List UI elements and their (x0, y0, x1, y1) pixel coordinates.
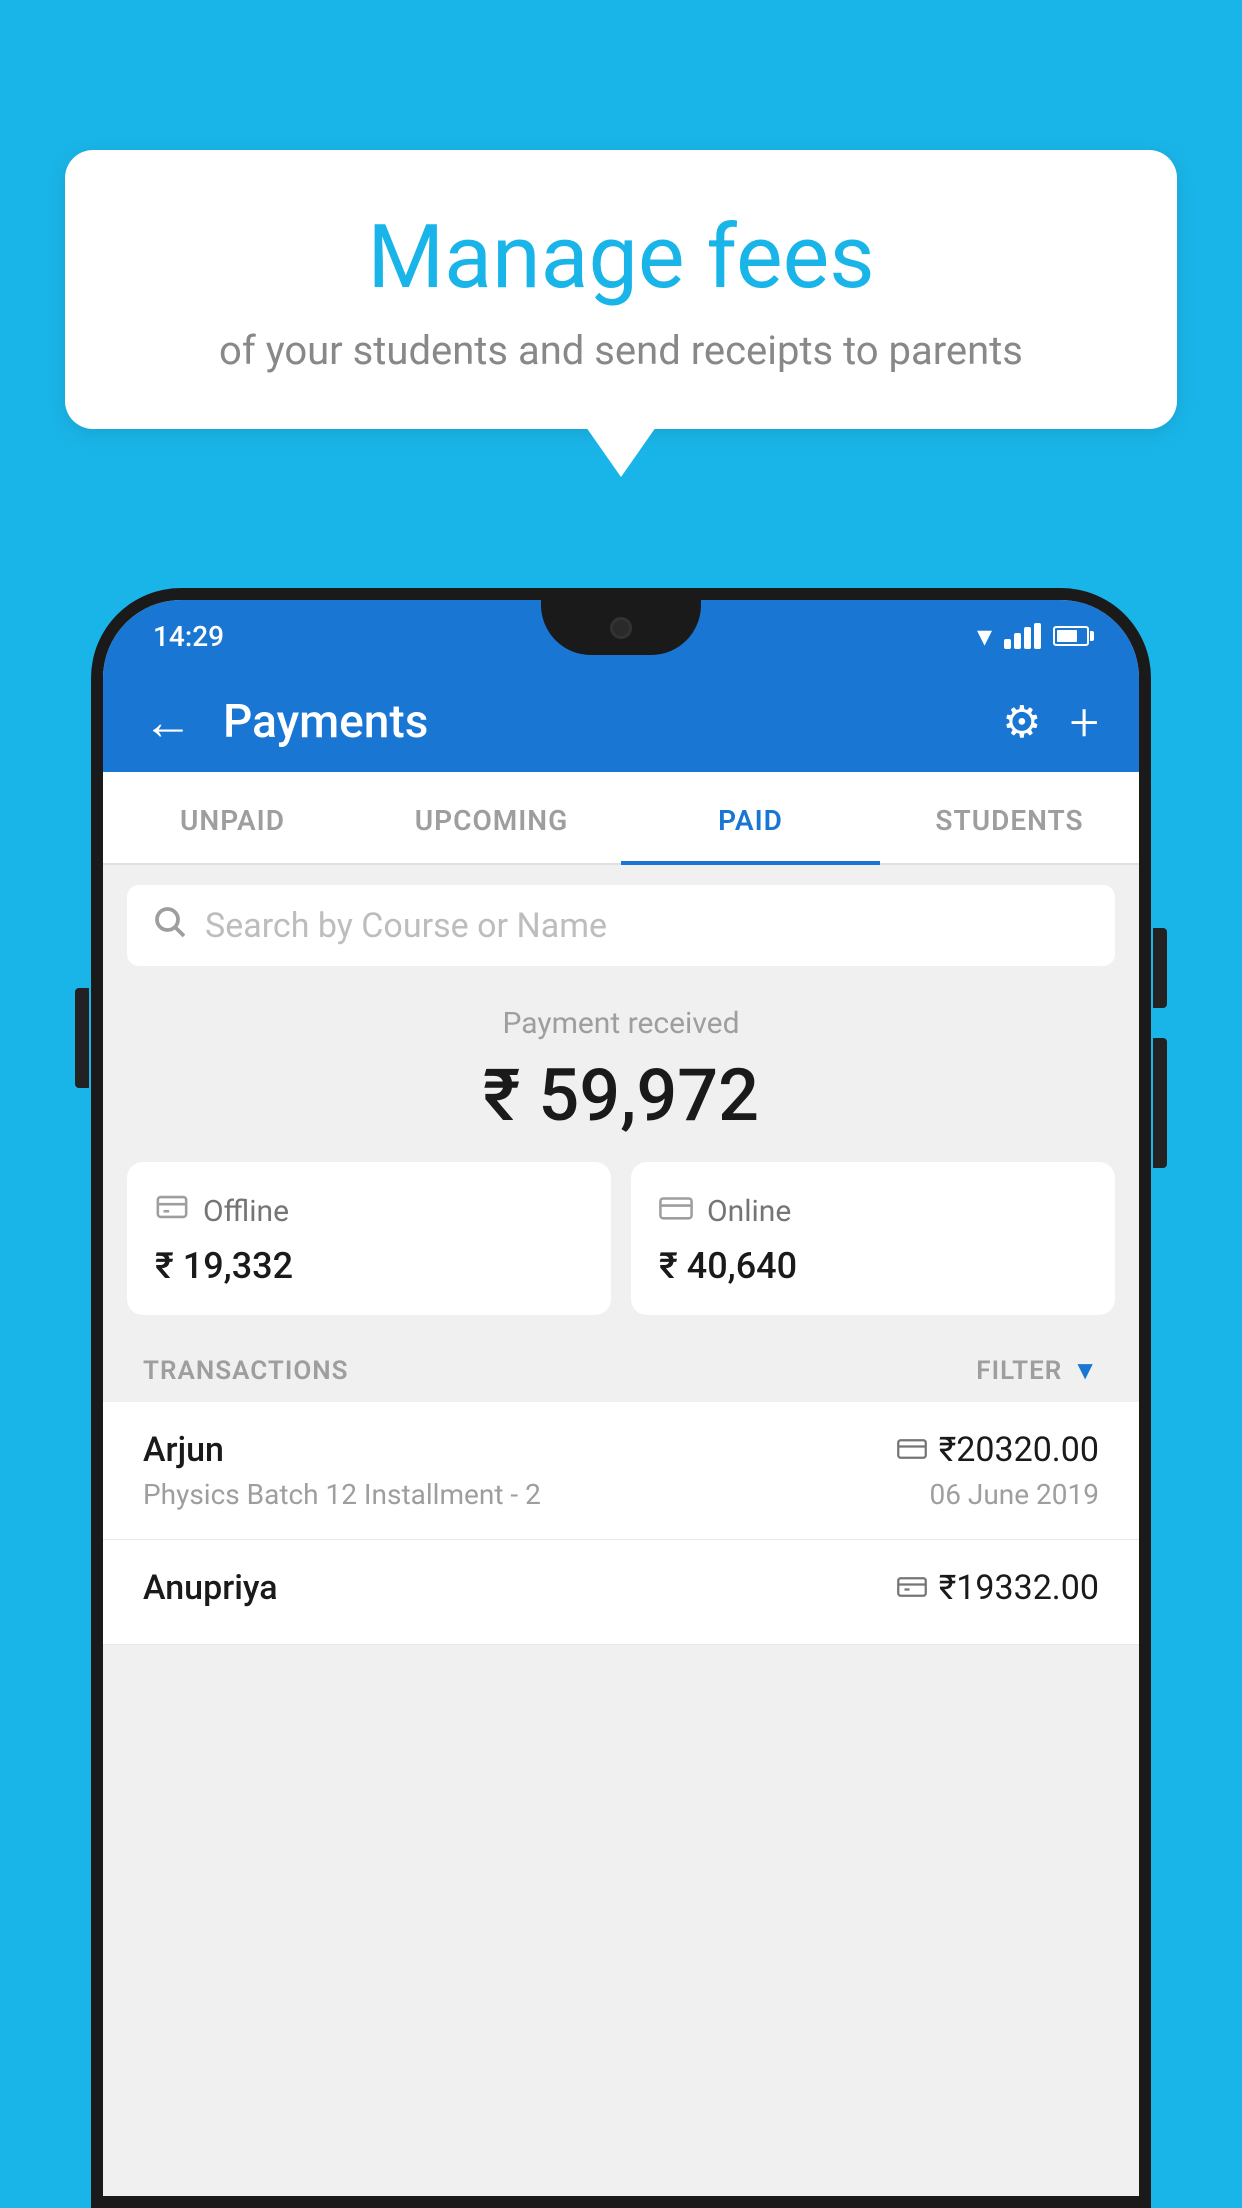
tab-students[interactable]: STUDENTS (880, 772, 1139, 863)
tab-upcoming[interactable]: UPCOMING (362, 772, 621, 863)
search-placeholder: Search by Course or Name (205, 906, 607, 946)
background: Manage fees of your students and send re… (0, 0, 1242, 2208)
transaction-date: 06 June 2019 (929, 1478, 1099, 1511)
card-payment-icon (897, 1434, 927, 1467)
table-row[interactable]: Anupriya ₹19332.00 (103, 1540, 1139, 1645)
speech-bubble-arrow (586, 427, 656, 477)
back-button[interactable]: ← (143, 693, 193, 752)
volume-button (75, 988, 89, 1088)
transaction-name: Arjun (143, 1430, 224, 1470)
status-time: 14:29 (153, 620, 224, 653)
filter-icon: ▼ (1072, 1355, 1099, 1386)
header-icons: ⚙ + (1002, 692, 1099, 753)
tabs-bar: UNPAID UPCOMING PAID STUDENTS (103, 772, 1139, 865)
page-title: Payments (223, 695, 972, 749)
online-payment-card: Online ₹ 40,640 (631, 1162, 1115, 1315)
notch (541, 600, 701, 655)
search-bar[interactable]: Search by Course or Name (127, 885, 1115, 966)
tab-paid[interactable]: PAID (621, 772, 880, 863)
power-button-bottom (1153, 1038, 1167, 1168)
transactions-label: TRANSACTIONS (143, 1356, 349, 1386)
payment-received-label: Payment received (127, 1006, 1115, 1041)
status-bar: 14:29 ▾ (103, 600, 1139, 672)
offline-label: Offline (203, 1194, 289, 1229)
offline-amount: ₹ 19,332 (155, 1245, 583, 1287)
bubble-subtitle: of your students and send receipts to pa… (125, 327, 1117, 374)
bubble-title: Manage fees (125, 210, 1117, 307)
transactions-header: TRANSACTIONS FILTER ▼ (103, 1339, 1139, 1402)
transaction-amount: ₹20320.00 (939, 1430, 1099, 1470)
transaction-amount: ₹19332.00 (939, 1568, 1099, 1608)
search-icon (151, 903, 187, 948)
camera (610, 617, 632, 639)
offline-payment-card: Offline ₹ 19,332 (127, 1162, 611, 1315)
settings-icon[interactable]: ⚙ (1002, 696, 1041, 748)
table-row[interactable]: Arjun ₹20320.00 Physics (103, 1402, 1139, 1540)
offline-card-header: Offline (155, 1190, 583, 1233)
online-card-header: Online (659, 1190, 1087, 1233)
battery-fill (1057, 630, 1077, 642)
transaction-row-top: Anupriya ₹19332.00 (143, 1568, 1099, 1608)
speech-bubble-container: Manage fees of your students and send re… (65, 150, 1177, 477)
transaction-name: Anupriya (143, 1568, 278, 1608)
wifi-icon: ▾ (977, 619, 992, 654)
online-amount: ₹ 40,640 (659, 1245, 1087, 1287)
transaction-course: Physics Batch 12 Installment - 2 (143, 1478, 541, 1511)
payment-cards: Offline ₹ 19,332 (103, 1162, 1139, 1339)
transaction-row-top: Arjun ₹20320.00 (143, 1430, 1099, 1470)
transaction-amount-container: ₹19332.00 (897, 1568, 1099, 1608)
phone-screen: 14:29 ▾ (103, 600, 1139, 2196)
filter-label: FILTER (976, 1356, 1062, 1386)
content-area: Search by Course or Name Payment receive… (103, 885, 1139, 1645)
battery-icon (1053, 626, 1089, 646)
filter-button[interactable]: FILTER ▼ (976, 1355, 1099, 1386)
speech-bubble: Manage fees of your students and send re… (65, 150, 1177, 429)
offline-icon (155, 1190, 189, 1233)
tab-unpaid[interactable]: UNPAID (103, 772, 362, 863)
phone-mockup: 14:29 ▾ (91, 588, 1151, 2208)
app-header: ← Payments ⚙ + (103, 672, 1139, 772)
online-label: Online (707, 1194, 791, 1229)
signal-icon (1004, 623, 1041, 649)
payment-received-section: Payment received ₹ 59,972 (103, 966, 1139, 1162)
online-icon (659, 1190, 693, 1233)
power-button-top (1153, 928, 1167, 1008)
transaction-row-bottom: Physics Batch 12 Installment - 2 06 June… (143, 1478, 1099, 1511)
status-icons: ▾ (977, 619, 1089, 654)
payment-received-amount: ₹ 59,972 (127, 1053, 1115, 1138)
add-icon[interactable]: + (1070, 692, 1099, 753)
transaction-amount-container: ₹20320.00 (897, 1430, 1099, 1470)
cash-payment-icon (897, 1572, 927, 1605)
